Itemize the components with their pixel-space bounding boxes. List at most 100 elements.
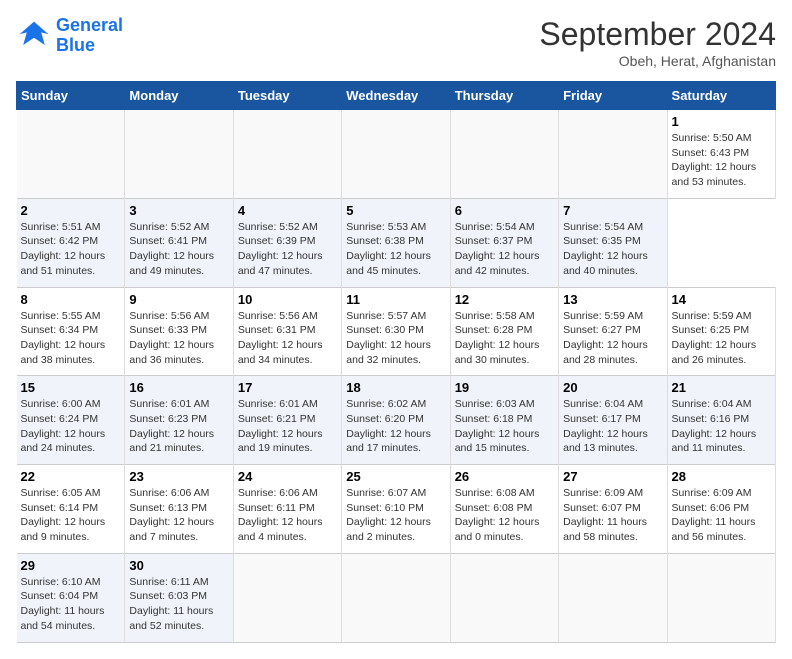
day-info: Sunrise: 6:10 AMSunset: 6:04 PMDaylight:… bbox=[21, 575, 121, 634]
day-info: Sunrise: 6:01 AMSunset: 6:23 PMDaylight:… bbox=[129, 397, 228, 456]
day-info: Sunrise: 6:04 AMSunset: 6:17 PMDaylight:… bbox=[563, 397, 662, 456]
day-info: Sunrise: 6:06 AMSunset: 6:11 PMDaylight:… bbox=[238, 486, 337, 545]
page-header: General Blue September 2024 Obeh, Herat,… bbox=[16, 16, 776, 69]
header-monday: Monday bbox=[125, 82, 233, 110]
calendar-week-1: 1 Sunrise: 5:50 AMSunset: 6:43 PMDaylight… bbox=[17, 110, 776, 199]
day-number: 10 bbox=[238, 292, 337, 307]
day-info: Sunrise: 6:09 AMSunset: 6:06 PMDaylight:… bbox=[672, 486, 771, 545]
empty-cell bbox=[342, 110, 450, 199]
day-number: 26 bbox=[455, 469, 554, 484]
header-wednesday: Wednesday bbox=[342, 82, 450, 110]
calendar-day-11: 11Sunrise: 5:57 AMSunset: 6:30 PMDayligh… bbox=[342, 287, 450, 376]
calendar-day-12: 12 Sunrise: 5:58 AMSunset: 6:28 PMDayligh… bbox=[450, 287, 558, 376]
empty-cell bbox=[125, 110, 233, 199]
day-number: 22 bbox=[21, 469, 121, 484]
calendar-day-7: 7 Sunrise: 5:54 AMSunset: 6:35 PMDaylight… bbox=[559, 198, 667, 287]
day-number: 19 bbox=[455, 380, 554, 395]
calendar-day-16: 16 Sunrise: 6:01 AMSunset: 6:23 PMDayligh… bbox=[125, 376, 233, 465]
logo: General Blue bbox=[16, 16, 123, 56]
day-number: 7 bbox=[563, 203, 662, 218]
calendar-day-8: 8 Sunrise: 5:55 AMSunset: 6:34 PMDaylight… bbox=[17, 287, 125, 376]
day-info: Sunrise: 6:07 AMSunset: 6:10 PMDaylight:… bbox=[346, 486, 445, 545]
calendar-day-14: 14 Sunrise: 5:59 AMSunset: 6:25 PMDayligh… bbox=[667, 287, 775, 376]
calendar-day-17: 17 Sunrise: 6:01 AMSunset: 6:21 PMDayligh… bbox=[233, 376, 341, 465]
day-info: Sunrise: 5:58 AMSunset: 6:28 PMDaylight:… bbox=[455, 309, 554, 368]
location: Obeh, Herat, Afghanistan bbox=[539, 53, 776, 69]
calendar-day-9: 9 Sunrise: 5:56 AMSunset: 6:33 PMDaylight… bbox=[125, 287, 233, 376]
header-tuesday: Tuesday bbox=[233, 82, 341, 110]
day-info: Sunrise: 6:01 AMSunset: 6:21 PMDaylight:… bbox=[238, 397, 337, 456]
day-number: 3 bbox=[129, 203, 228, 218]
calendar-day-26: 26 Sunrise: 6:08 AMSunset: 6:08 PMDayligh… bbox=[450, 465, 558, 554]
day-info: Sunrise: 5:56 AMSunset: 6:31 PMDaylight:… bbox=[238, 309, 337, 368]
day-info: Sunrise: 6:00 AMSunset: 6:24 PMDaylight:… bbox=[21, 397, 121, 456]
calendar-day-15: 15Sunrise: 6:00 AMSunset: 6:24 PMDayligh… bbox=[17, 376, 125, 465]
calendar-header-row: SundayMondayTuesdayWednesdayThursdayFrid… bbox=[17, 82, 776, 110]
day-info: Sunrise: 6:02 AMSunset: 6:20 PMDaylight:… bbox=[346, 397, 445, 456]
calendar-day-30: 30 Sunrise: 6:11 AMSunset: 6:03 PMDayligh… bbox=[125, 553, 233, 642]
calendar-day-13: 13Sunrise: 5:59 AMSunset: 6:27 PMDayligh… bbox=[559, 287, 667, 376]
calendar-day-18: 18Sunrise: 6:02 AMSunset: 6:20 PMDayligh… bbox=[342, 376, 450, 465]
calendar-day-27: 27 Sunrise: 6:09 AMSunset: 6:07 PMDayligh… bbox=[559, 465, 667, 554]
day-info: Sunrise: 6:06 AMSunset: 6:13 PMDaylight:… bbox=[129, 486, 228, 545]
empty-cell bbox=[450, 553, 558, 642]
day-number: 29 bbox=[21, 558, 121, 573]
day-number: 13 bbox=[563, 292, 662, 307]
calendar-table: SundayMondayTuesdayWednesdayThursdayFrid… bbox=[16, 81, 776, 643]
empty-cell bbox=[17, 110, 125, 199]
calendar-week-5: 22 Sunrise: 6:05 AMSunset: 6:14 PMDayligh… bbox=[17, 465, 776, 554]
calendar-day-10: 10 Sunrise: 5:56 AMSunset: 6:31 PMDayligh… bbox=[233, 287, 341, 376]
empty-cell bbox=[233, 110, 341, 199]
day-number: 4 bbox=[238, 203, 337, 218]
day-number: 21 bbox=[672, 380, 771, 395]
day-info: Sunrise: 5:53 AMSunset: 6:38 PMDaylight:… bbox=[346, 220, 445, 279]
day-info: Sunrise: 5:59 AMSunset: 6:25 PMDaylight:… bbox=[672, 309, 771, 368]
day-number: 16 bbox=[129, 380, 228, 395]
day-info: Sunrise: 5:56 AMSunset: 6:33 PMDaylight:… bbox=[129, 309, 228, 368]
calendar-day-6: 6Sunrise: 5:54 AMSunset: 6:37 PMDaylight… bbox=[450, 198, 558, 287]
header-saturday: Saturday bbox=[667, 82, 775, 110]
day-info: Sunrise: 6:09 AMSunset: 6:07 PMDaylight:… bbox=[563, 486, 662, 545]
day-number: 27 bbox=[563, 469, 662, 484]
day-info: Sunrise: 5:57 AMSunset: 6:30 PMDaylight:… bbox=[346, 309, 445, 368]
calendar-day-20: 20 Sunrise: 6:04 AMSunset: 6:17 PMDayligh… bbox=[559, 376, 667, 465]
logo-icon bbox=[16, 18, 52, 54]
calendar-day-28: 28Sunrise: 6:09 AMSunset: 6:06 PMDayligh… bbox=[667, 465, 775, 554]
calendar-week-2: 2 Sunrise: 5:51 AMSunset: 6:42 PMDaylight… bbox=[17, 198, 776, 287]
header-friday: Friday bbox=[559, 82, 667, 110]
day-info: Sunrise: 6:05 AMSunset: 6:14 PMDaylight:… bbox=[21, 486, 121, 545]
day-info: Sunrise: 6:04 AMSunset: 6:16 PMDaylight:… bbox=[672, 397, 771, 456]
calendar-day-24: 24 Sunrise: 6:06 AMSunset: 6:11 PMDayligh… bbox=[233, 465, 341, 554]
day-number: 1 bbox=[672, 114, 771, 129]
day-info: Sunrise: 5:55 AMSunset: 6:34 PMDaylight:… bbox=[21, 309, 121, 368]
calendar-day-1: 1 Sunrise: 5:50 AMSunset: 6:43 PMDaylight… bbox=[667, 110, 775, 199]
empty-cell bbox=[559, 553, 667, 642]
day-info: Sunrise: 5:52 AMSunset: 6:39 PMDaylight:… bbox=[238, 220, 337, 279]
day-info: Sunrise: 6:08 AMSunset: 6:08 PMDaylight:… bbox=[455, 486, 554, 545]
calendar-day-21: 21 Sunrise: 6:04 AMSunset: 6:16 PMDayligh… bbox=[667, 376, 775, 465]
day-number: 25 bbox=[346, 469, 445, 484]
day-number: 20 bbox=[563, 380, 662, 395]
day-info: Sunrise: 5:50 AMSunset: 6:43 PMDaylight:… bbox=[672, 131, 771, 190]
calendar-day-25: 25 Sunrise: 6:07 AMSunset: 6:10 PMDayligh… bbox=[342, 465, 450, 554]
logo-text: General Blue bbox=[56, 16, 123, 56]
empty-cell bbox=[342, 553, 450, 642]
day-number: 14 bbox=[672, 292, 771, 307]
title-block: September 2024 Obeh, Herat, Afghanistan bbox=[539, 16, 776, 69]
calendar-week-3: 8 Sunrise: 5:55 AMSunset: 6:34 PMDaylight… bbox=[17, 287, 776, 376]
day-number: 17 bbox=[238, 380, 337, 395]
day-number: 8 bbox=[21, 292, 121, 307]
day-number: 12 bbox=[455, 292, 554, 307]
day-number: 30 bbox=[129, 558, 228, 573]
day-number: 24 bbox=[238, 469, 337, 484]
calendar-day-29: 29 Sunrise: 6:10 AMSunset: 6:04 PMDayligh… bbox=[17, 553, 125, 642]
calendar-day-2: 2 Sunrise: 5:51 AMSunset: 6:42 PMDaylight… bbox=[17, 198, 125, 287]
day-info: Sunrise: 6:11 AMSunset: 6:03 PMDaylight:… bbox=[129, 575, 228, 634]
day-number: 23 bbox=[129, 469, 228, 484]
day-info: Sunrise: 5:51 AMSunset: 6:42 PMDaylight:… bbox=[21, 220, 121, 279]
calendar-day-4: 4 Sunrise: 5:52 AMSunset: 6:39 PMDaylight… bbox=[233, 198, 341, 287]
day-number: 9 bbox=[129, 292, 228, 307]
calendar-day-5: 5Sunrise: 5:53 AMSunset: 6:38 PMDaylight… bbox=[342, 198, 450, 287]
day-number: 2 bbox=[21, 203, 121, 218]
day-info: Sunrise: 5:54 AMSunset: 6:35 PMDaylight:… bbox=[563, 220, 662, 279]
